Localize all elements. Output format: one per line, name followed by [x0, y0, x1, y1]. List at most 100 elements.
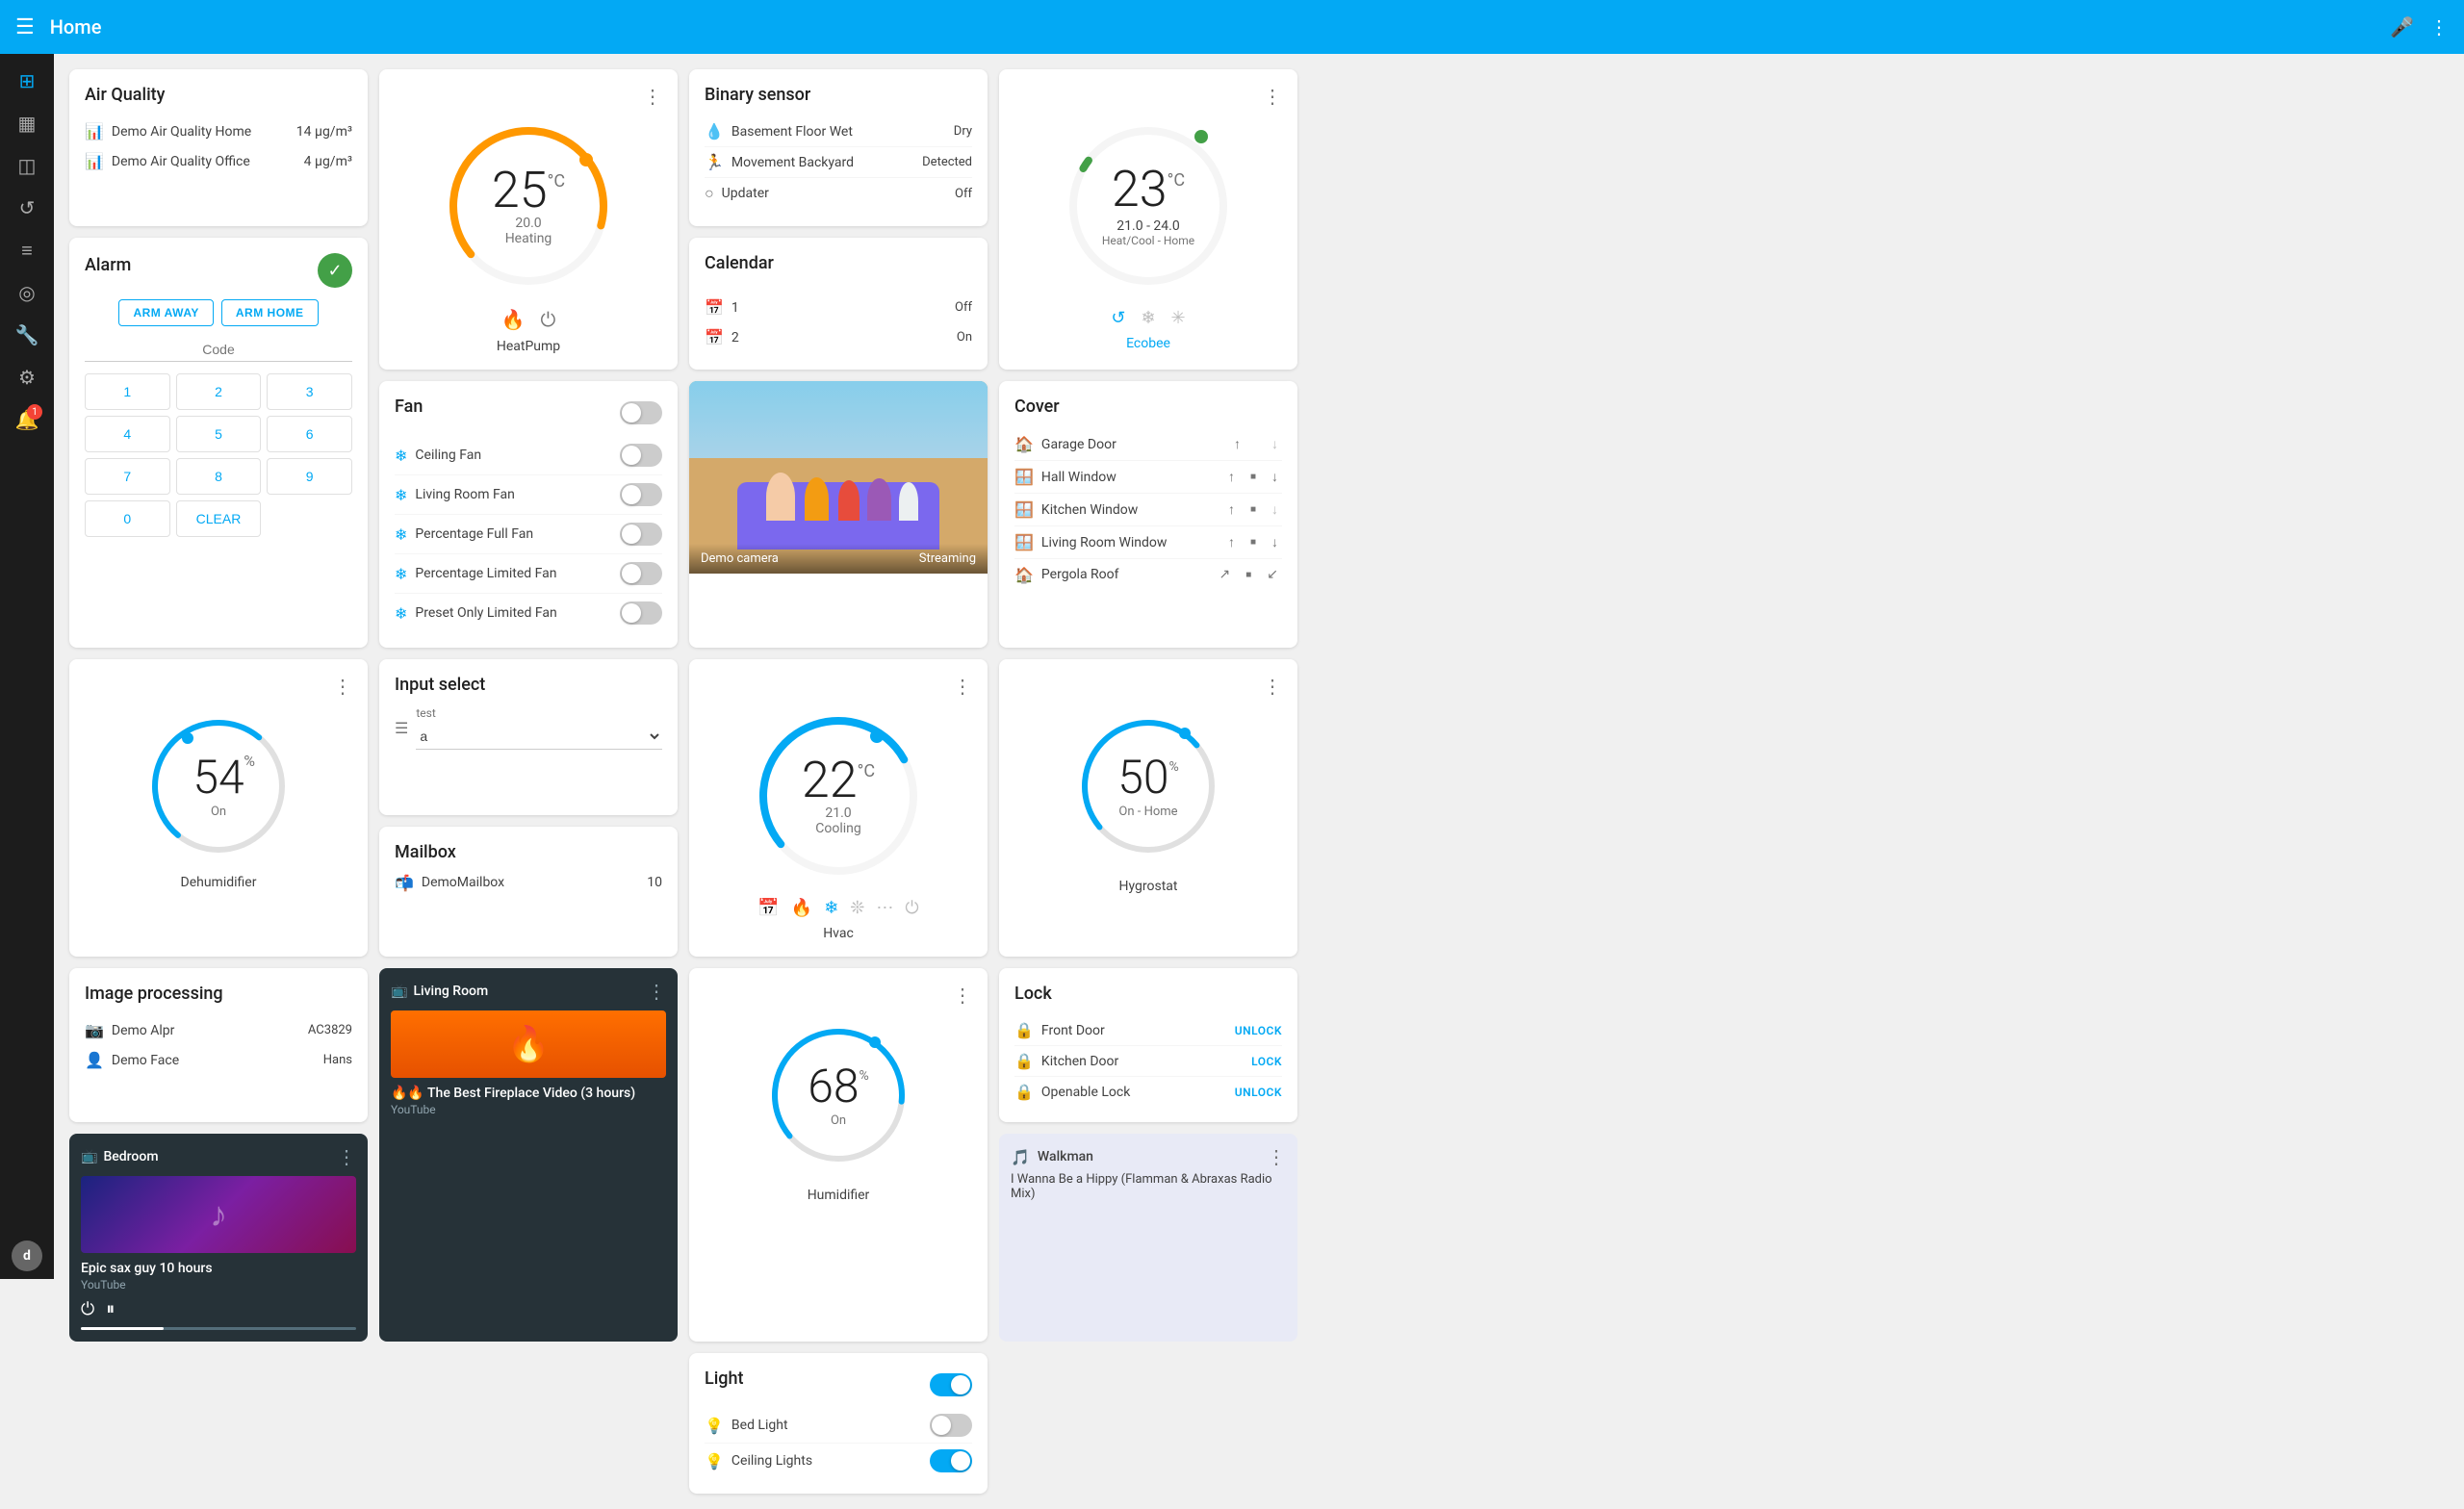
- sidebar-item-history[interactable]: ↺: [8, 189, 46, 227]
- sidebar-item-map[interactable]: ◎: [8, 273, 46, 312]
- sidebar-item-tools[interactable]: 🔧: [8, 316, 46, 354]
- ecobee-snowflake-icon[interactable]: ❄: [1141, 308, 1155, 328]
- numpad-9[interactable]: 9: [267, 458, 352, 495]
- hygrostat-more-icon[interactable]: ⋮: [1263, 675, 1282, 698]
- cover-stop-5[interactable]: ■: [1242, 568, 1255, 582]
- hvac-fan-icon[interactable]: ❊: [850, 898, 864, 918]
- sidebar-item-notifications[interactable]: 🔔 1: [8, 400, 46, 439]
- numpad-4[interactable]: 4: [85, 416, 170, 452]
- media-living-room-more-icon[interactable]: ⋮: [647, 980, 666, 1003]
- sidebar-item-logbook[interactable]: ≡: [8, 231, 46, 269]
- cover-up-2[interactable]: ↑: [1224, 467, 1239, 487]
- light-row-1: 💡 Bed Light: [705, 1408, 972, 1444]
- light-toggle-2[interactable]: [930, 1449, 972, 1472]
- hvac-more2-icon[interactable]: ⋯: [876, 898, 893, 918]
- fan-icon-3: ❄: [395, 525, 407, 544]
- light-master-toggle[interactable]: [930, 1373, 972, 1396]
- alarm-code-input[interactable]: [85, 338, 352, 362]
- numpad-5[interactable]: 5: [176, 416, 262, 452]
- ecobee-refresh-icon[interactable]: ↺: [1111, 308, 1125, 328]
- fan-toggle-1[interactable]: [620, 444, 662, 467]
- numpad-2[interactable]: 2: [176, 373, 262, 410]
- dehumidifier-more-icon[interactable]: ⋮: [333, 675, 352, 698]
- numpad-1[interactable]: 1: [85, 373, 170, 410]
- fan-master-toggle[interactable]: [620, 401, 662, 424]
- heatpump-card[interactable]: ⋮ 25 °C 20.0 Heating 🔥: [379, 69, 678, 370]
- cover-stop-3[interactable]: ■: [1246, 502, 1260, 517]
- lock-icon-2: 🔒: [1014, 1052, 1034, 1070]
- hygrostat-gauge: 50 % On - Home: [1071, 709, 1225, 863]
- media-bedroom-power-button[interactable]: ⏻: [81, 1299, 94, 1319]
- hvac-power-icon[interactable]: ⏻: [905, 898, 918, 918]
- fan-toggle-3[interactable]: [620, 523, 662, 546]
- input-select-row-1: ☰ test a b c: [395, 706, 662, 750]
- mic-icon[interactable]: 🎤: [2390, 15, 2414, 38]
- fan-icon-4: ❄: [395, 565, 407, 583]
- topbar-more-icon[interactable]: ⋮: [2429, 15, 2449, 38]
- numpad-0[interactable]: 0: [85, 500, 170, 537]
- sidebar-item-dashboard[interactable]: ▦: [8, 104, 46, 142]
- sidebar-item-home[interactable]: ⊞: [8, 62, 46, 100]
- fan-toggle-2[interactable]: [620, 483, 662, 506]
- cover-down-1[interactable]: ↓: [1268, 434, 1282, 454]
- sidebar-item-settings[interactable]: ⚙: [8, 358, 46, 396]
- fan-toggle-4[interactable]: [620, 562, 662, 585]
- lock-action-2[interactable]: LOCK: [1251, 1055, 1282, 1068]
- lock-action-3[interactable]: UNLOCK: [1235, 1086, 1282, 1099]
- fan-row-3: ❄ Percentage Full Fan: [395, 515, 662, 554]
- arm-away-button[interactable]: ARM AWAY: [118, 299, 213, 326]
- fan-toggle-5[interactable]: [620, 601, 662, 625]
- hvac-snowflake-icon[interactable]: ❄: [824, 898, 838, 918]
- cover-stop-2[interactable]: ■: [1246, 470, 1260, 484]
- mailbox-row-1: 📬 DemoMailbox 10: [395, 874, 662, 892]
- walkman-more-icon[interactable]: ⋮: [1267, 1145, 1286, 1168]
- heatpump-power-icon[interactable]: ⏻: [541, 308, 556, 331]
- ecobee-more-icon[interactable]: ⋮: [1263, 85, 1282, 108]
- numpad-8[interactable]: 8: [176, 458, 262, 495]
- ecobee-card: ⋮ 23 °C 21.0 - 24.0 Heat/Cool - Home: [999, 69, 1297, 370]
- numpad-clear[interactable]: CLEAR: [176, 500, 262, 537]
- notifications-badge: 1: [27, 404, 42, 420]
- hvac-schedule-icon[interactable]: 📅: [757, 898, 779, 918]
- heatpump-more-icon[interactable]: ⋮: [643, 85, 662, 108]
- sidebar-avatar[interactable]: d: [12, 1240, 42, 1271]
- hvac-icons: 📅 🔥 ❄ ❊ ⋯ ⏻: [705, 898, 972, 918]
- sidebar-item-entities[interactable]: ◫: [8, 146, 46, 185]
- numpad-7[interactable]: 7: [85, 458, 170, 495]
- lock-action-1[interactable]: UNLOCK: [1235, 1024, 1282, 1037]
- media-bedroom-title: Epic sax guy 10 hours: [81, 1261, 356, 1276]
- cover-stop-4[interactable]: ■: [1246, 535, 1260, 550]
- cover-down-2[interactable]: ↓: [1268, 467, 1282, 487]
- humidifier-gauge-text: 68 % On: [761, 1018, 915, 1172]
- hvac-more-icon[interactable]: ⋮: [953, 675, 972, 698]
- media-bedroom-more-icon[interactable]: ⋮: [337, 1145, 356, 1168]
- ecobee-settings-icon[interactable]: ✳: [1171, 308, 1186, 328]
- ip-row-1: 📷 Demo Alpr AC3829: [85, 1015, 352, 1045]
- fan-row-5: ❄ Preset Only Limited Fan: [395, 594, 662, 632]
- hvac-flame-icon[interactable]: 🔥: [791, 898, 812, 918]
- cover-name-3: Kitchen Window: [1041, 502, 1217, 518]
- heatpump-flame-icon[interactable]: 🔥: [501, 308, 526, 331]
- hvac-sub: 21.0: [825, 806, 851, 821]
- input-select-dropdown-1[interactable]: a b c: [416, 724, 662, 750]
- light-toggle-1[interactable]: [930, 1414, 972, 1437]
- numpad-6[interactable]: 6: [267, 416, 352, 452]
- cover-row-3: 🪟 Kitchen Window ↑ ■ ↓: [1014, 494, 1282, 526]
- cover-down-5[interactable]: ↙: [1263, 565, 1282, 584]
- menu-icon[interactable]: ☰: [15, 15, 35, 39]
- media-bedroom-pause-button[interactable]: ⏸: [106, 1299, 115, 1319]
- cover-up-5[interactable]: ↗: [1215, 565, 1234, 584]
- cover-up-1[interactable]: ↑: [1230, 434, 1245, 454]
- media-living-room-icon: 📺: [391, 984, 407, 999]
- lock-row-2: 🔒 Kitchen Door LOCK: [1014, 1046, 1282, 1077]
- cover-down-4[interactable]: ↓: [1268, 532, 1282, 552]
- hygrostat-gauge-container: 50 % On - Home: [1014, 702, 1282, 871]
- humidifier-more-icon[interactable]: ⋮: [953, 984, 972, 1007]
- cover-up-3[interactable]: ↑: [1224, 499, 1239, 520]
- cover-down-3[interactable]: ↓: [1268, 499, 1282, 520]
- fan-row-1: ❄ Ceiling Fan: [395, 436, 662, 475]
- numpad-3[interactable]: 3: [267, 373, 352, 410]
- hvac-card[interactable]: ⋮ 22 °C 21.0 Cooling 📅: [689, 659, 988, 957]
- arm-home-button[interactable]: ARM HOME: [221, 299, 319, 326]
- cover-up-4[interactable]: ↑: [1224, 532, 1239, 552]
